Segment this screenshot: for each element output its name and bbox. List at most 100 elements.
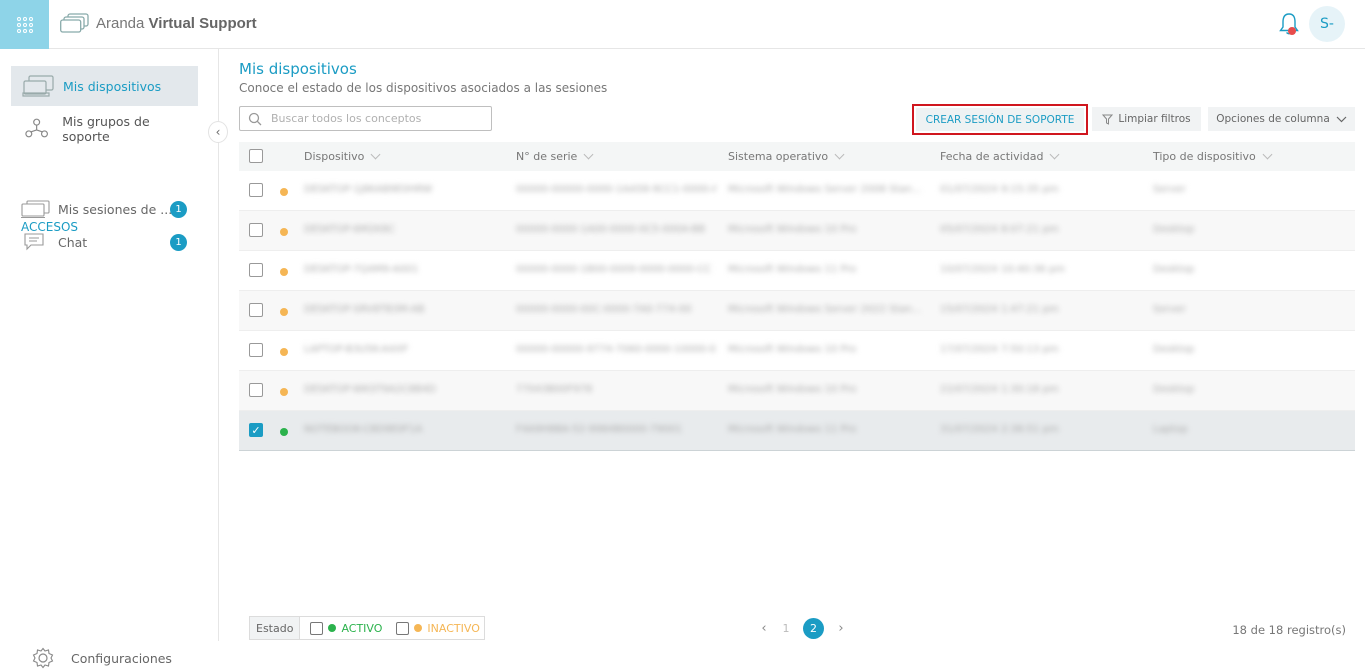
search-box [239,106,492,131]
sidebar-item-label: Chat [58,234,88,250]
table-row[interactable]: DESKTOP-6M2K8C 00000-0000-1A00-0000-0C5-0… [239,211,1355,251]
os-cell: Microsoft Windows 10 Pro [728,224,857,235]
device-type-cell: Desktop [1153,264,1195,275]
column-header-tipo-dispositivo[interactable]: Tipo de dispositivo [1153,149,1273,163]
status-dot [280,308,288,316]
device-name-cell: LAPTOP-B3U5K-A4XP [304,344,408,355]
settings-label: Configuraciones [71,650,172,666]
grid-icon [16,16,33,33]
serial-cell: 00000-0000-1A00-0000-0C5-000A-BB [516,224,706,235]
serial-cell: 00000-0000-00C-0000-7A0-774-00 [516,304,692,315]
device-name-cell: DESKTOP-7Q4M9-A001 [304,264,419,275]
page-1-button[interactable]: 1 [781,622,791,635]
activity-date-cell: 22/07/2024 1:30:18 pm [940,384,1059,395]
os-cell: Microsoft Windows 10 Pro [728,344,857,355]
main-content: Mis dispositivos Conoce el estado de los… [219,49,1365,651]
serial-cell: 00000-00000-9774-7060-0000-10000-00 [516,344,716,355]
inactive-status-dot [414,624,423,632]
search-icon [248,112,262,125]
filter-inactive-checkbox[interactable] [396,621,410,635]
create-support-session-label: CREAR SESIÓN DE SOPORTE [916,108,1084,131]
sidebar-item-chat[interactable]: Chat 1 [21,232,191,252]
filter-active[interactable]: ACTIVO [310,621,382,635]
brand: Aranda Virtual Support [60,12,257,34]
count-badge: 1 [170,200,187,218]
device-type-cell: Server [1153,304,1186,315]
status-dot [280,268,288,276]
column-header-dispositivo[interactable]: Dispositivo [304,149,381,163]
activity-date-cell: 10/07/2024 10:40:36 pm [940,264,1065,275]
column-header-serie[interactable]: N° de serie [516,149,594,163]
column-header-fecha-actividad[interactable]: Fecha de actividad [940,149,1060,163]
devices-table: Dispositivo N° de serie Sistema operativ… [239,142,1355,451]
search-input[interactable] [271,112,481,125]
filter-inactive[interactable]: INACTIVO [396,621,480,635]
table-row[interactable]: DESKTOP-1J8KAB9E0HRW 00000-00000-0000-1AA… [239,171,1355,211]
activity-date-cell: 05/07/2024 8:07:21 pm [940,224,1059,235]
filter-clear-icon [1102,114,1114,125]
device-type-cell: Desktop [1153,384,1195,395]
device-name-cell: DESKTOP-1J8KAB9E0HRW [304,184,433,195]
sort-chevron-icon [583,149,594,160]
serial-cell: 00000-00000-0000-1AA58-9CC1-0000-AA [516,184,716,195]
user-avatar[interactable]: S- [1309,6,1345,42]
column-options-button[interactable]: Opciones de columna [1208,107,1355,131]
sidebar-item-mis-sesiones[interactable]: Mis sesiones de ... 1 [21,199,191,219]
table-row[interactable]: ✓ NOTEBOOK-C8D9E0F1A F4A9H8BA-52-9984B0000… [239,411,1355,451]
row-checkbox[interactable] [249,183,263,197]
notification-dot [1288,27,1296,35]
create-support-session-button[interactable]: CREAR SESIÓN DE SOPORTE [912,104,1088,135]
status-dot [280,348,288,356]
chevron-down-icon [1336,116,1347,122]
support-groups-icon [25,118,48,138]
status-legend: Estado ACTIVO INACTIVO [249,616,485,640]
next-page-button[interactable]: › [836,621,846,636]
os-cell: Microsoft Windows 10 Pro [728,384,857,395]
status-legend-label: Estado [250,617,301,639]
row-checkbox[interactable] [249,343,263,357]
os-cell: Microsoft Windows Server 2008 Stan... [728,184,922,195]
sidebar-item-label: Mis dispositivos [63,78,162,94]
device-type-cell: Laptop [1153,424,1188,435]
row-checkbox[interactable] [249,223,263,237]
row-checkbox[interactable] [249,263,263,277]
column-header-sistema-operativo[interactable]: Sistema operativo [728,149,845,163]
count-badge: 1 [170,233,187,251]
logo-icon [60,13,89,33]
serial-cell: 00000-0000-1B00-0009-0000-0000-CC [516,264,712,275]
current-page[interactable]: 2 [803,618,824,639]
select-all-checkbox[interactable] [249,149,263,163]
activity-date-cell: 15/07/2024 1:47:21 pm [940,304,1059,315]
os-cell: Microsoft Windows Server 2022 Stan... [728,304,922,315]
chat-icon [24,233,44,251]
row-checkbox[interactable] [249,303,263,317]
row-checkbox[interactable] [249,383,263,397]
prev-page-button[interactable]: ‹ [759,621,769,636]
records-count: 18 de 18 registro(s) [1232,623,1346,637]
top-bar: Aranda Virtual Support S- [0,0,1365,49]
table-row[interactable]: LAPTOP-B3U5K-A4XP 00000-00000-9774-7060-0… [239,331,1355,371]
column-options-label: Opciones de columna [1216,113,1330,125]
sidebar-item-mis-grupos[interactable]: Mis grupos de soporte [11,109,198,149]
device-name-cell: DESKTOP-SRV8TB3M-AB [304,304,425,315]
sidebar-item-mis-dispositivos[interactable]: Mis dispositivos [11,66,198,106]
table-row[interactable]: DESKTOP-7Q4M9-A001 00000-0000-1B00-0009-0… [239,251,1355,291]
filter-active-checkbox[interactable] [310,621,324,635]
table-row[interactable]: DESKTOP-WKST9A2C8B4D 77043B00F978 Microsof… [239,371,1355,411]
device-type-cell: Server [1153,184,1186,195]
status-dot [280,428,288,436]
table-body: DESKTOP-1J8KAB9E0HRW 00000-00000-0000-1AA… [239,171,1355,451]
table-row[interactable]: DESKTOP-SRV8TB3M-AB 00000-0000-00C-0000-7… [239,291,1355,331]
sidebar: Mis dispositivos Mis grupos de soporte ‹… [0,49,228,669]
serial-cell: 77043B00F978 [516,384,593,395]
settings-link[interactable]: Configuraciones [32,647,172,669]
status-dot [280,388,288,396]
clear-filters-label: Limpiar filtros [1118,113,1191,125]
activity-date-cell: 17/07/2024 7:50:13 pm [940,344,1059,355]
clear-filters-button[interactable]: Limpiar filtros [1092,107,1201,131]
row-checkbox[interactable]: ✓ [249,423,263,437]
device-name-cell: NOTEBOOK-C8D9E0F1A [304,424,423,435]
sidebar-item-label: Mis sesiones de ... [58,201,173,217]
device-name-cell: DESKTOP-6M2K8C [304,224,395,235]
app-launcher-button[interactable] [0,0,49,49]
